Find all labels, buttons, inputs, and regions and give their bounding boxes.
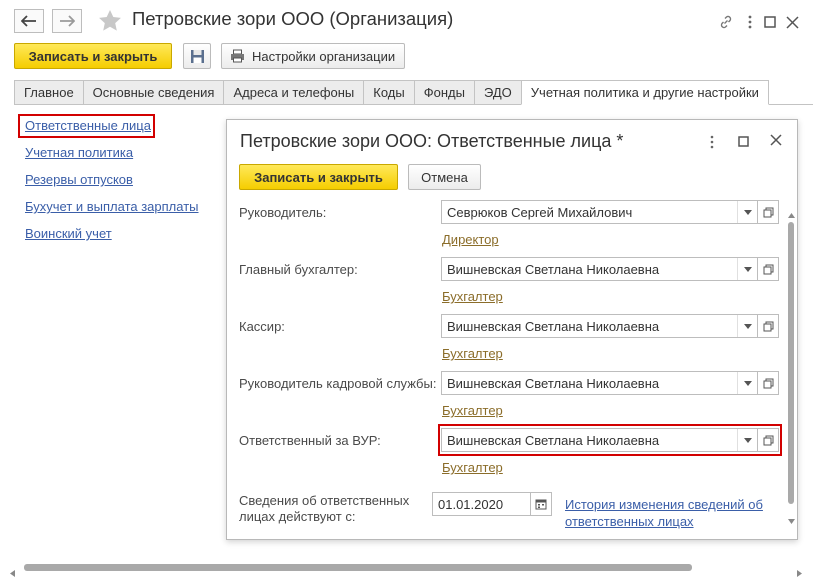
save-and-close-button[interactable]: Записать и закрыть [14, 43, 172, 69]
close-button[interactable] [782, 12, 802, 32]
hr-head-field[interactable]: Вишневская Светлана Николаевна [441, 371, 758, 395]
star-icon [99, 10, 121, 31]
hr-head-open-button[interactable] [757, 371, 779, 395]
more-menu-button[interactable] [740, 12, 760, 32]
close-icon [785, 15, 799, 29]
effective-date-input[interactable]: 01.01.2020 [432, 492, 531, 516]
scroll-down-arrow[interactable] [788, 512, 795, 527]
organization-settings-button[interactable]: Настройки организации [221, 43, 405, 69]
director-dropdown[interactable] [737, 201, 757, 223]
chevron-down-icon [743, 266, 752, 272]
link-accounting-salary[interactable]: Бухучет и выплата зарплаты [25, 199, 199, 214]
hscroll-right-arrow[interactable] [797, 565, 802, 580]
hr-head-value: Вишневская Светлана Николаевна [447, 375, 660, 391]
dialog-close-button[interactable] [770, 134, 782, 149]
link-responsible-persons[interactable]: Ответственные лица [25, 118, 151, 133]
hr-head-dropdown[interactable] [737, 372, 757, 394]
calendar-icon [535, 499, 547, 510]
arrow-right-icon [60, 15, 75, 27]
close-icon [770, 134, 782, 146]
history-link[interactable]: История изменения сведений об ответствен… [565, 496, 763, 530]
link-button[interactable] [716, 12, 736, 32]
cashier-field[interactable]: Вишневская Светлана Николаевна [441, 314, 758, 338]
dialog-more-button[interactable] [705, 134, 719, 150]
field-label-chief-accountant: Главный бухгалтер: [239, 262, 358, 277]
window-title: Петровские зори ООО (Организация) [132, 8, 454, 29]
highlight-frame [438, 424, 782, 456]
chief-accountant-open-button[interactable] [757, 257, 779, 281]
dialog-save-and-close-button[interactable]: Записать и закрыть [239, 164, 398, 190]
maximize-button[interactable] [760, 12, 780, 32]
back-button[interactable] [14, 9, 44, 33]
effective-date-label-line2: лицах действуют с: [239, 509, 356, 524]
hscroll-left-arrow[interactable] [10, 565, 15, 580]
forward-button[interactable] [52, 9, 82, 33]
effective-date-value: 01.01.2020 [438, 496, 504, 512]
cashier-value: Вишневская Светлана Николаевна [447, 318, 660, 334]
more-vertical-icon [710, 135, 714, 149]
open-window-icon [763, 321, 773, 331]
director-open-button[interactable] [757, 200, 779, 224]
tab-basic-info[interactable]: Основные сведения [82, 80, 224, 105]
history-link-line1: История изменения сведений об [565, 497, 763, 512]
chief-accountant-position-link[interactable]: Бухгалтер [442, 289, 503, 304]
history-link-line2: ответственных лицах [565, 514, 694, 529]
chief-accountant-field[interactable]: Вишневская Светлана Николаевна [441, 257, 758, 281]
open-window-icon [763, 264, 773, 274]
link-military-registration[interactable]: Воинский учет [25, 226, 112, 241]
military-responsible-position-link[interactable]: Бухгалтер [442, 460, 503, 475]
chevron-down-icon [743, 380, 752, 386]
field-label-hr-head: Руководитель кадровой службы: [239, 376, 437, 391]
more-vertical-icon [748, 15, 752, 29]
chevron-down-icon [743, 323, 752, 329]
director-field[interactable]: Севрюков Сергей Михайлович [441, 200, 758, 224]
tab-edo[interactable]: ЭДО [473, 80, 521, 105]
chevron-up-icon [788, 213, 795, 218]
tab-accounting-policy[interactable]: Учетная политика и другие настройки [520, 80, 769, 105]
cashier-position-link[interactable]: Бухгалтер [442, 346, 503, 361]
chevron-down-icon [743, 209, 752, 215]
maximize-icon [738, 136, 749, 147]
effective-date-label-line1: Сведения об ответственных [239, 493, 410, 508]
hr-head-position-link[interactable]: Бухгалтер [442, 403, 503, 418]
printer-icon [231, 49, 244, 63]
open-window-icon [763, 207, 773, 217]
open-window-icon [763, 378, 773, 388]
scroll-up-arrow[interactable] [788, 206, 795, 221]
dialog-cancel-button[interactable]: Отмена [408, 164, 481, 190]
chief-accountant-dropdown[interactable] [737, 258, 757, 280]
field-label-cashier: Кассир: [239, 319, 285, 334]
field-label-director: Руководитель: [239, 205, 327, 220]
dialog-maximize-button[interactable] [738, 135, 749, 150]
tab-addresses-phones[interactable]: Адреса и телефоны [223, 80, 364, 105]
tab-bar: Главное Основные сведения Адреса и телеф… [14, 80, 769, 105]
tab-main[interactable]: Главное [14, 80, 83, 105]
calendar-button[interactable] [530, 492, 552, 516]
chief-accountant-value: Вишневская Светлана Николаевна [447, 261, 660, 277]
tab-funds[interactable]: Фонды [413, 80, 474, 105]
dialog-title: Петровские зори ООО: Ответственные лица … [240, 131, 624, 151]
field-label-military-responsible: Ответственный за ВУР: [239, 433, 381, 448]
link-accounting-policy[interactable]: Учетная политика [25, 145, 133, 160]
arrow-left-icon [21, 15, 36, 27]
link-icon [720, 15, 732, 29]
director-value: Севрюков Сергей Михайлович [447, 204, 633, 220]
floppy-disk-icon [190, 49, 204, 63]
tab-codes[interactable]: Коды [363, 80, 414, 105]
responsible-persons-dialog: Петровские зори ООО: Ответственные лица … [226, 119, 798, 540]
favorite-star-button[interactable] [98, 9, 122, 35]
effective-date-label: Сведения об ответственных лицах действую… [239, 493, 409, 525]
director-position-link[interactable]: Директор [442, 232, 499, 247]
save-button[interactable] [183, 43, 211, 69]
chevron-down-icon [788, 519, 795, 524]
maximize-icon [764, 16, 776, 28]
cashier-dropdown[interactable] [737, 315, 757, 337]
page-hscrollbar-thumb[interactable] [24, 564, 692, 571]
cashier-open-button[interactable] [757, 314, 779, 338]
link-vacation-reserves[interactable]: Резервы отпусков [25, 172, 133, 187]
dialog-scrollbar-thumb[interactable] [788, 222, 794, 504]
organization-settings-label: Настройки организации [252, 48, 396, 64]
